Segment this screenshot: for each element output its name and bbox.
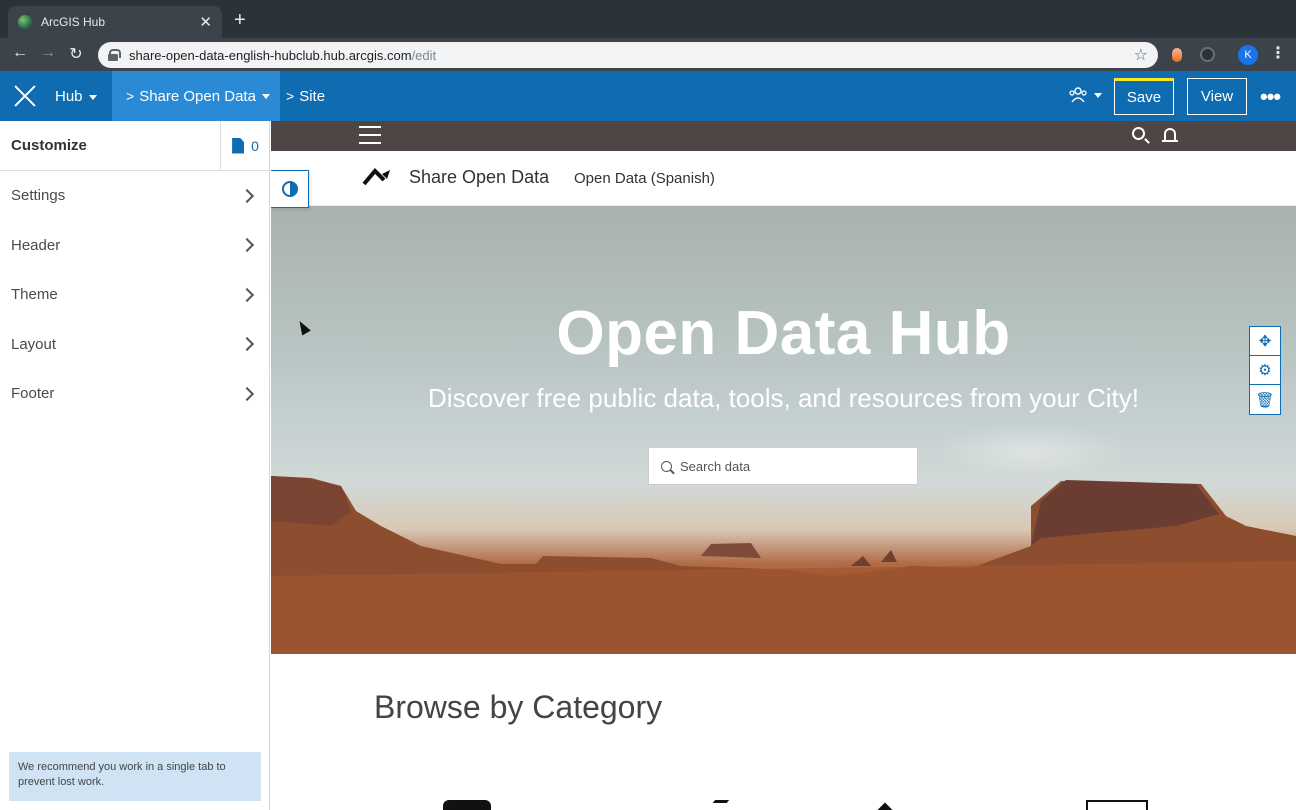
contrast-icon: [281, 181, 298, 197]
hero-banner: Open Data Hub Discover free public data,…: [271, 206, 1296, 654]
panel-item-header[interactable]: Header: [0, 221, 269, 271]
lock-icon: [108, 49, 121, 61]
site-breadcrumb-label: Share Open Data: [139, 87, 256, 105]
hero-subtitle: Discover free public data, tools, and re…: [428, 383, 1139, 413]
category-icon[interactable]: [706, 800, 730, 810]
category-icon[interactable]: [1086, 800, 1148, 810]
panel-item-label: Settings: [11, 187, 66, 205]
caret-down-icon: [261, 93, 270, 99]
panel-item-label: Layout: [11, 335, 57, 353]
panel-item-theme[interactable]: Theme: [0, 270, 269, 320]
document-icon: [232, 137, 245, 154]
profile-avatar[interactable]: K: [1238, 45, 1258, 65]
view-button[interactable]: View: [1187, 78, 1247, 115]
browser-menu-icon[interactable]: ⋮: [1270, 44, 1286, 64]
site-breadcrumb[interactable]: > Share Open Data: [112, 71, 280, 121]
close-editor-icon[interactable]: [14, 85, 36, 107]
site-top-bar: [271, 121, 1296, 151]
reload-button[interactable]: ↻: [66, 44, 86, 64]
address-bar[interactable]: share-open-data-english-hubclub.hub.arcg…: [98, 42, 1158, 68]
desert-landscape-image: [271, 476, 1296, 654]
chevron-right-icon: [239, 188, 255, 203]
search-icon: [661, 460, 672, 472]
save-button[interactable]: Save: [1114, 78, 1174, 115]
extension-icon[interactable]: [1172, 48, 1182, 62]
chevron-right-icon: [239, 337, 255, 352]
move-row-icon[interactable]: ✥: [1250, 327, 1280, 356]
panel-item-label: Footer: [11, 385, 55, 403]
site-name[interactable]: Share Open Data: [409, 167, 549, 188]
new-tab-button[interactable]: +: [234, 10, 246, 30]
notification-bell-icon[interactable]: [1162, 128, 1178, 142]
panel-item-settings[interactable]: Settings: [0, 171, 269, 221]
panel-item-label: Header: [11, 236, 61, 254]
chevron-right-icon: >: [286, 88, 295, 104]
tab-close-icon[interactable]: ✕: [199, 15, 212, 30]
hamburger-menu-icon[interactable]: [359, 126, 381, 144]
panel-item-layout[interactable]: Layout: [0, 320, 269, 370]
category-icon[interactable]: [876, 802, 894, 810]
chevron-right-icon: [239, 386, 255, 401]
panel-item-footer[interactable]: Footer: [0, 369, 269, 419]
delete-row-icon[interactable]: 🗑: [1250, 385, 1280, 414]
row-settings-icon[interactable]: ⚙: [1250, 356, 1280, 385]
theme-toggle-button[interactable]: [271, 170, 309, 208]
search-placeholder: Search data: [680, 458, 751, 474]
arcgis-favicon-icon: [18, 15, 32, 29]
url-host: share-open-data-english-hubclub.hub.arcg…: [129, 47, 412, 63]
chevron-right-icon: [239, 287, 255, 302]
tab-title: ArcGIS Hub: [41, 15, 106, 29]
forward-button[interactable]: →: [38, 44, 58, 62]
single-tab-notice: We recommend you work in a single tab to…: [9, 752, 261, 801]
extension-circle-icon[interactable]: [1200, 47, 1215, 62]
browse-by-category-heading: Browse by Category: [374, 689, 663, 725]
chevron-right-icon: [239, 238, 255, 253]
browser-toolbar: ← → ↻ share-open-data-english-hubclub.hu…: [0, 38, 1296, 71]
site-header: Share Open Data Open Data (Spanish): [271, 151, 1296, 206]
page-breadcrumb[interactable]: > Site: [286, 88, 325, 105]
hub-menu-label: Hub: [55, 88, 83, 105]
customize-panel: Customize 0 Settings Header Theme Layout…: [0, 121, 270, 810]
team-menu-button[interactable]: [1068, 86, 1102, 104]
more-options-icon[interactable]: •••: [1260, 84, 1281, 110]
hub-menu-button[interactable]: Hub: [55, 88, 97, 105]
browser-tab[interactable]: ArcGIS Hub ✕: [8, 6, 222, 38]
page-breadcrumb-label: Site: [299, 88, 326, 105]
site-preview: Share Open Data Open Data (Spanish) Open…: [271, 121, 1296, 810]
search-icon[interactable]: [1132, 127, 1145, 140]
chevron-right-icon: >: [126, 88, 135, 104]
panel-item-label: Theme: [11, 286, 58, 304]
url-path: /edit: [411, 47, 437, 63]
hero-title: Open Data Hub: [556, 299, 1011, 368]
panel-header: Customize 0: [0, 121, 269, 171]
panel-title: Customize: [11, 137, 87, 154]
caret-down-icon: [88, 94, 97, 100]
back-button[interactable]: ←: [10, 44, 30, 62]
hero-search-input[interactable]: Search data: [648, 447, 918, 485]
bookmark-star-icon[interactable]: ☆: [1134, 45, 1148, 65]
row-toolbar: ✥ ⚙ 🗑: [1249, 326, 1281, 415]
site-logo-icon[interactable]: [362, 166, 392, 188]
category-icon[interactable]: [443, 800, 491, 810]
browser-tabstrip: ArcGIS Hub ✕ +: [0, 0, 1296, 38]
pages-count: 0: [251, 137, 259, 154]
pages-count-button[interactable]: 0: [220, 121, 270, 170]
caret-down-icon: [1094, 92, 1102, 98]
nav-link-spanish[interactable]: Open Data (Spanish): [574, 170, 715, 187]
people-icon: [1069, 87, 1087, 103]
hub-app-bar: Hub > Share Open Data > Site Save View ••…: [0, 71, 1296, 121]
